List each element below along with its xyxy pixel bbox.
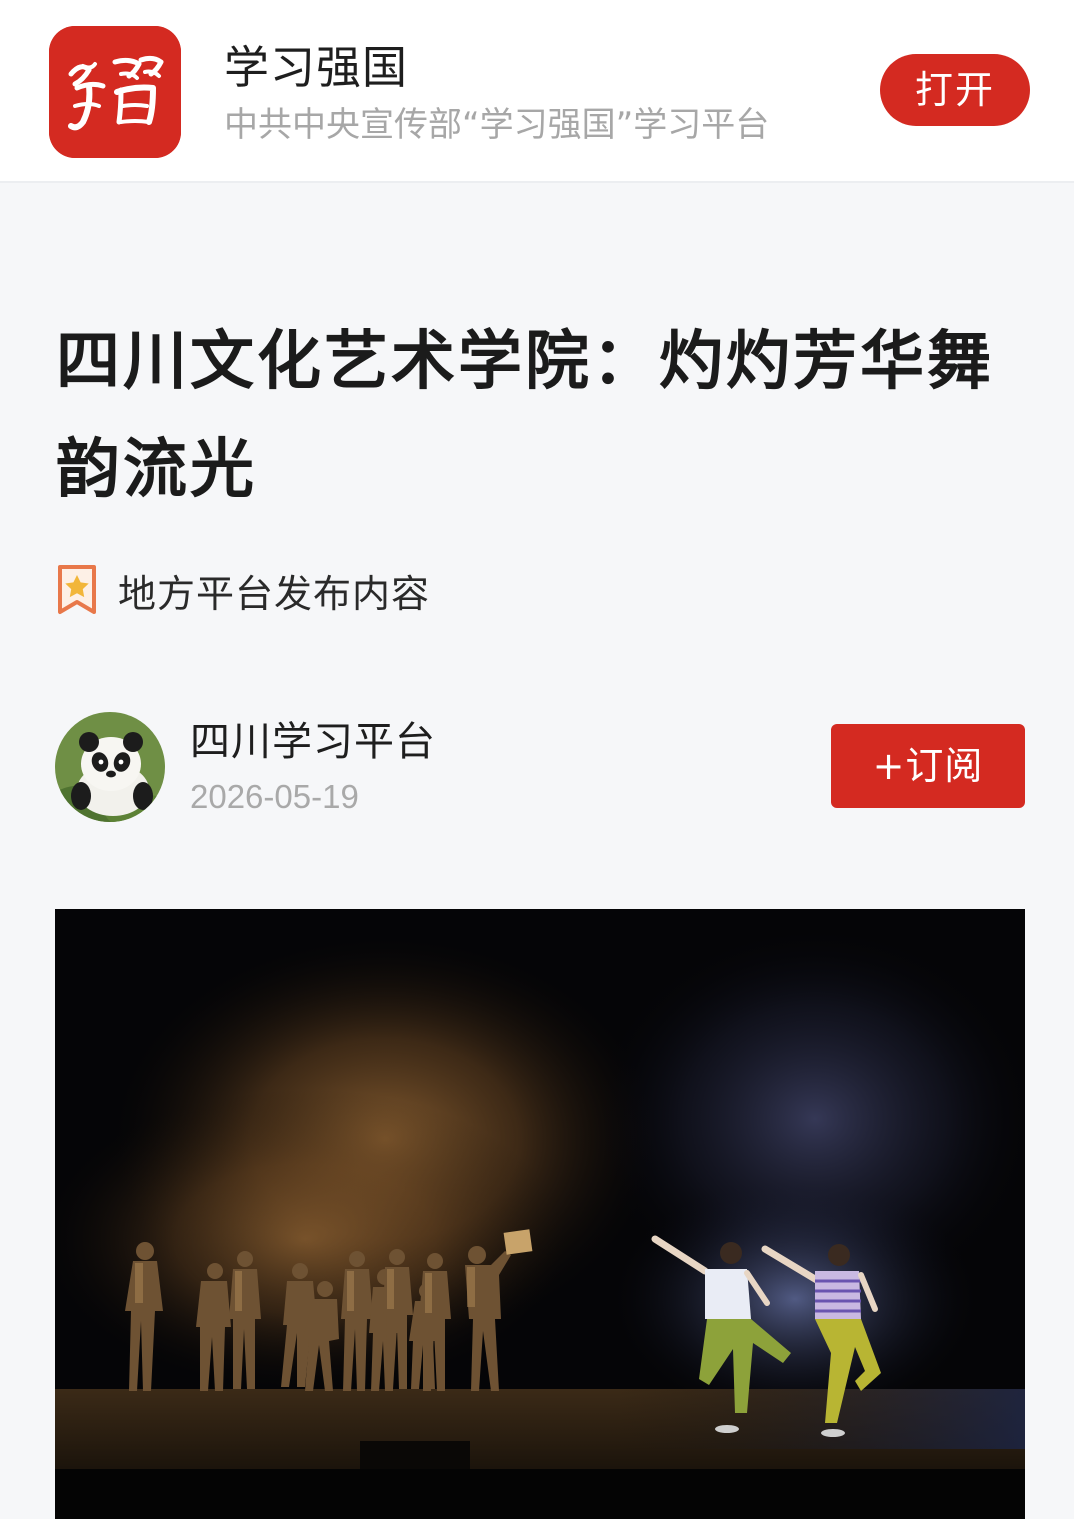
author-avatar[interactable] — [55, 712, 165, 822]
app-description: 中共中央宣传部“学习强国”学习平台 — [224, 105, 770, 145]
publish-date: 2026-05-19 — [190, 778, 359, 815]
app-name: 学习强国 — [224, 41, 409, 94]
author-name[interactable]: 四川学习平台 — [190, 716, 436, 768]
open-app-button[interactable]: 打开 — [880, 54, 1030, 126]
app-download-banner: 学习强国 中共中央宣传部“学习强国”学习平台 打开 — [0, 0, 1074, 183]
app-logo[interactable] — [49, 26, 181, 158]
subscribe-button[interactable]: +订阅 — [831, 724, 1025, 808]
source-tag: 地方平台发布内容 — [56, 563, 430, 617]
bookmark-star-icon — [56, 564, 98, 616]
article-title: 四川文化艺术学院：灼灼芳华舞韵流光 — [56, 325, 994, 507]
article-hero-image[interactable] — [55, 909, 1025, 1519]
source-tag-label: 地方平台发布内容 — [118, 571, 431, 616]
